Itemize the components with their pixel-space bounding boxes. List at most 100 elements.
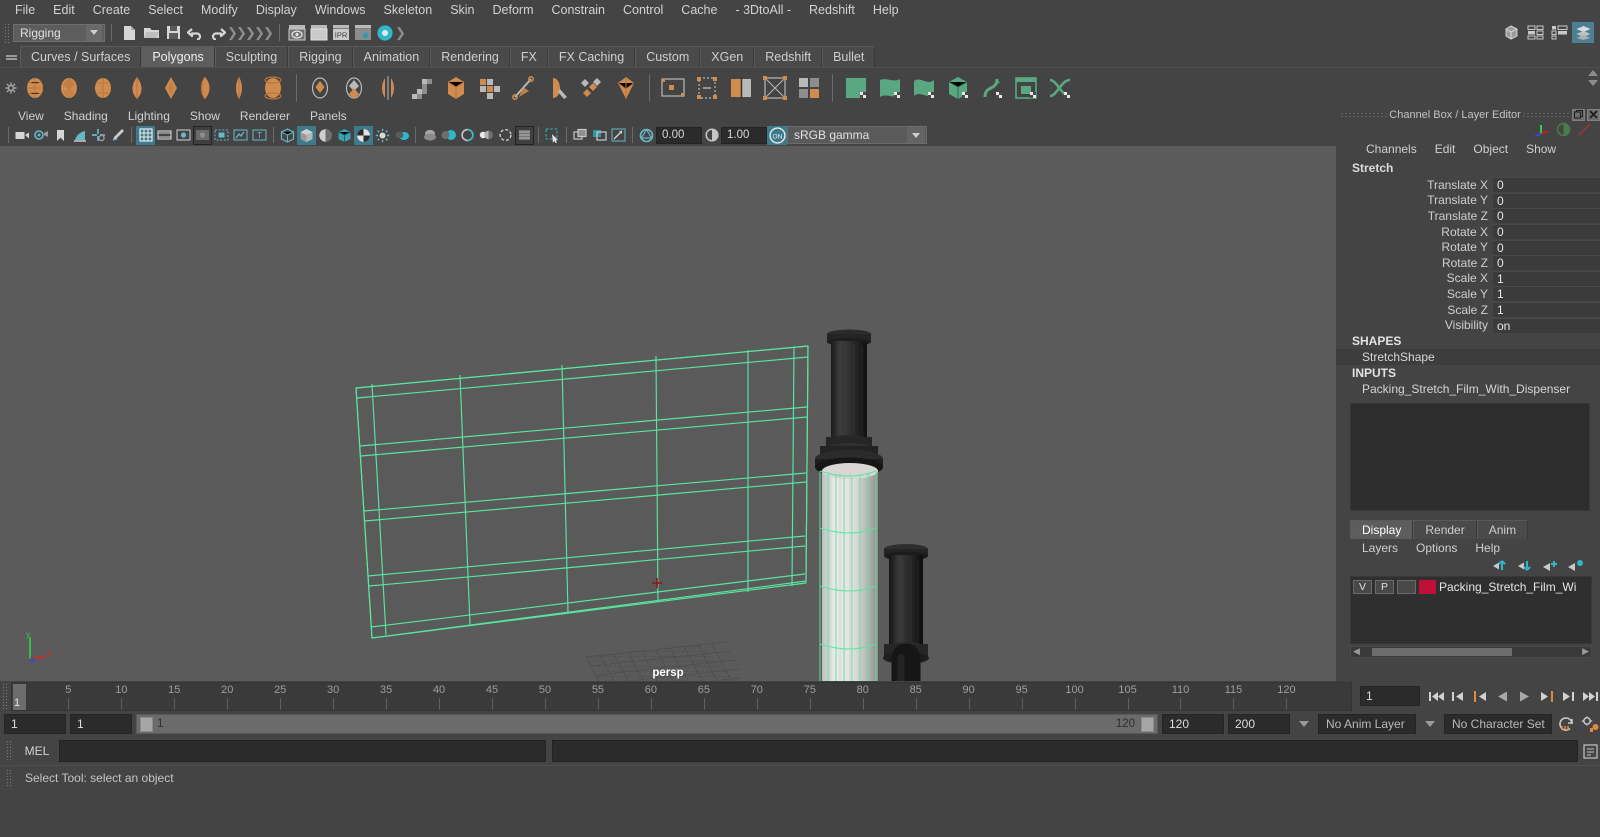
channel-box-menu-channels[interactable]: Channels xyxy=(1358,141,1425,157)
sculpt-surface-icon[interactable] xyxy=(875,72,905,104)
menu-item-control[interactable]: Control xyxy=(614,1,672,19)
animation-start-time-field[interactable]: 1 xyxy=(4,714,66,734)
field-chart-icon[interactable] xyxy=(212,126,231,145)
channel-value-visibility[interactable]: on xyxy=(1493,317,1600,333)
layer-tab-display[interactable]: Display xyxy=(1350,519,1414,539)
channel-value-rotate-x[interactable]: 0 xyxy=(1493,224,1600,240)
attribute-editor-icon[interactable] xyxy=(1524,22,1546,43)
layer-menu-options[interactable]: Options xyxy=(1408,540,1465,556)
show-manipulator-icon[interactable] xyxy=(1500,22,1522,43)
xray-joints-icon[interactable] xyxy=(571,126,590,145)
shelf-options-gear-icon[interactable] xyxy=(3,68,19,107)
layer-list-horizontal-scrollbar[interactable]: ◀ ▶ xyxy=(1350,645,1592,658)
poly-cone-icon[interactable] xyxy=(122,72,152,104)
channel-box-menu-show[interactable]: Show xyxy=(1518,141,1564,157)
status-bar-grip[interactable] xyxy=(6,768,13,787)
chevron-down-icon[interactable] xyxy=(86,24,102,41)
tool-settings-icon[interactable] xyxy=(1548,22,1570,43)
command-input-field[interactable] xyxy=(59,740,546,762)
lights-icon[interactable] xyxy=(373,126,392,145)
editors-expand-icon[interactable]: ❯ xyxy=(395,25,406,41)
channel-label-translate-y[interactable]: Translate Y xyxy=(1336,193,1493,207)
viewport-menu-panels[interactable]: Panels xyxy=(300,108,357,124)
poly-mirror-icon[interactable] xyxy=(373,72,403,104)
render-settings-icon[interactable] xyxy=(352,22,374,43)
exposure-field[interactable]: 0.00 xyxy=(656,126,702,144)
menu-item-windows[interactable]: Windows xyxy=(306,1,375,19)
channel-label-rotate-x[interactable]: Rotate X xyxy=(1336,225,1493,239)
construction-history-icon[interactable]: ❯ xyxy=(263,25,274,41)
sculpt-window-icon[interactable] xyxy=(1011,72,1041,104)
current-time-field[interactable]: 1 xyxy=(1360,686,1420,706)
layer-tab-anim[interactable]: Anim xyxy=(1476,519,1529,539)
render-view-icon[interactable] xyxy=(286,22,308,43)
step-back-frame-icon[interactable] xyxy=(1470,686,1490,706)
poly-combine-icon[interactable] xyxy=(339,72,369,104)
menu-item-cache[interactable]: Cache xyxy=(672,1,726,19)
go-to-end-icon[interactable] xyxy=(1580,686,1600,706)
shelf-scroll-arrows[interactable] xyxy=(1588,70,1598,86)
menu-item-skeleton[interactable]: Skeleton xyxy=(375,1,442,19)
redo-icon[interactable] xyxy=(206,22,228,43)
flat-shade-icon[interactable] xyxy=(335,126,354,145)
layer-name-label[interactable]: Packing_Stretch_Film_Wi xyxy=(1439,580,1576,594)
resolution-gate-icon[interactable] xyxy=(174,126,193,145)
shelf-tab-redshift[interactable]: Redshift xyxy=(754,46,823,67)
camera-icon[interactable] xyxy=(13,126,32,145)
sculpt-plane-icon[interactable] xyxy=(841,72,871,104)
create-new-layer-icon[interactable] xyxy=(1542,559,1559,575)
two-d-pan-zoom-icon[interactable] xyxy=(89,126,108,145)
view-transform-toggle-icon[interactable]: ON xyxy=(767,125,787,145)
step-forward-keyframe-icon[interactable] xyxy=(1558,686,1578,706)
poly-disc-icon[interactable] xyxy=(224,72,254,104)
ipr-render-icon[interactable]: IPR xyxy=(330,22,352,43)
status-line-grip[interactable] xyxy=(4,22,10,43)
view-zoom-icon[interactable] xyxy=(609,126,628,145)
panel-grip[interactable] xyxy=(1340,111,1388,118)
playback-end-time-field[interactable]: 120 xyxy=(1162,714,1224,734)
poly-sculpt-icon[interactable] xyxy=(543,72,573,104)
uv-editor-icon[interactable] xyxy=(658,72,688,104)
poly-extrude-icon[interactable] xyxy=(407,72,437,104)
channel-value-scale-x[interactable]: 1 xyxy=(1493,270,1600,286)
anim-layer-dropdown[interactable]: No Anim Layer xyxy=(1318,714,1416,734)
poly-multicut-icon[interactable] xyxy=(475,72,505,104)
animation-preferences-icon[interactable] xyxy=(1580,714,1600,734)
command-language-label[interactable]: MEL xyxy=(15,744,59,758)
poly-target-weld-icon[interactable] xyxy=(577,72,607,104)
go-to-start-icon[interactable] xyxy=(1426,686,1446,706)
menu-item-skin[interactable]: Skin xyxy=(441,1,483,19)
command-line-grip[interactable] xyxy=(6,740,13,762)
layer-color-swatch[interactable] xyxy=(1419,579,1436,594)
channel-label-visibility[interactable]: Visibility xyxy=(1336,318,1493,332)
time-slider[interactable]: 1 5 10 15 20 25 30 35 40 45 50 55 60 65 70 75 80 85 90 95 1… xyxy=(11,681,1352,711)
channel-value-translate-x[interactable]: 0 xyxy=(1493,177,1600,193)
move-layer-down-icon[interactable] xyxy=(1517,559,1534,575)
poly-bevel-icon[interactable] xyxy=(441,72,471,104)
shelf-tab-fx-caching[interactable]: FX Caching xyxy=(547,46,636,67)
shelf-tab-fx[interactable]: FX xyxy=(509,46,548,67)
uv-unfold-icon[interactable] xyxy=(760,72,790,104)
channel-box-menu-edit[interactable]: Edit xyxy=(1427,141,1464,157)
channel-label-rotate-y[interactable]: Rotate Y xyxy=(1336,240,1493,254)
poly-plane-icon[interactable] xyxy=(190,72,220,104)
undo-icon[interactable] xyxy=(184,22,206,43)
anim-layer-chevron-icon[interactable] xyxy=(1299,721,1309,727)
uv-planar-icon[interactable] xyxy=(692,72,722,104)
channel-value-scale-y[interactable]: 1 xyxy=(1493,286,1600,302)
scrollbar-thumb[interactable] xyxy=(1371,647,1512,656)
viewport-menu-shading[interactable]: Shading xyxy=(54,108,118,124)
play-forwards-icon[interactable] xyxy=(1514,686,1534,706)
motion-blur-icon[interactable] xyxy=(439,126,458,145)
3d-viewport[interactable]: y x z persp xyxy=(0,146,1336,681)
shape-node-item[interactable]: StretchShape xyxy=(1336,348,1600,365)
smooth-shade-all-icon[interactable] xyxy=(297,125,316,145)
image-plane-icon[interactable] xyxy=(70,126,89,145)
range-slider-bar[interactable]: 1 120 xyxy=(136,714,1158,734)
xray-active-components-icon[interactable] xyxy=(590,126,609,145)
viewport-menu-lighting[interactable]: Lighting xyxy=(118,108,180,124)
channel-value-rotate-z[interactable]: 0 xyxy=(1493,255,1600,271)
layer-menu-help[interactable]: Help xyxy=(1467,540,1508,556)
channel-label-scale-z[interactable]: Scale Z xyxy=(1336,303,1493,317)
step-forward-frame-icon[interactable] xyxy=(1536,686,1556,706)
